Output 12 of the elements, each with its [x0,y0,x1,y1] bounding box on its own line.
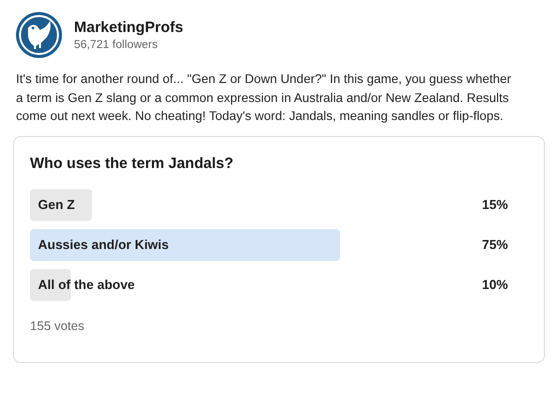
option-label: Gen Z [37,196,75,212]
option-percent: 75% [482,237,508,252]
option-label: Aussies and/or Kiwis [37,236,169,252]
poll-question: Who uses the term Jandals? [30,154,234,172]
vote-count[interactable]: 155 votes [30,318,528,332]
post-text: It's time for another round of... "Gen Z or Down Under?" In this game, you guess whether a term is Gen Z slang or a common expression in Australia and/or New Zealand. Results come out next week. No cheating! Today's word: Jandals, meaning sandles or flip-flops. [16,71,512,125]
brand-logo-icon[interactable] [16,12,62,58]
follower-count: 56,721 followers [74,39,159,51]
author-name[interactable]: MarketingProfs [74,19,184,36]
option-label: All of the above [37,276,135,292]
option-percent: 10% [482,277,508,292]
option-percent: 15% [482,197,508,212]
